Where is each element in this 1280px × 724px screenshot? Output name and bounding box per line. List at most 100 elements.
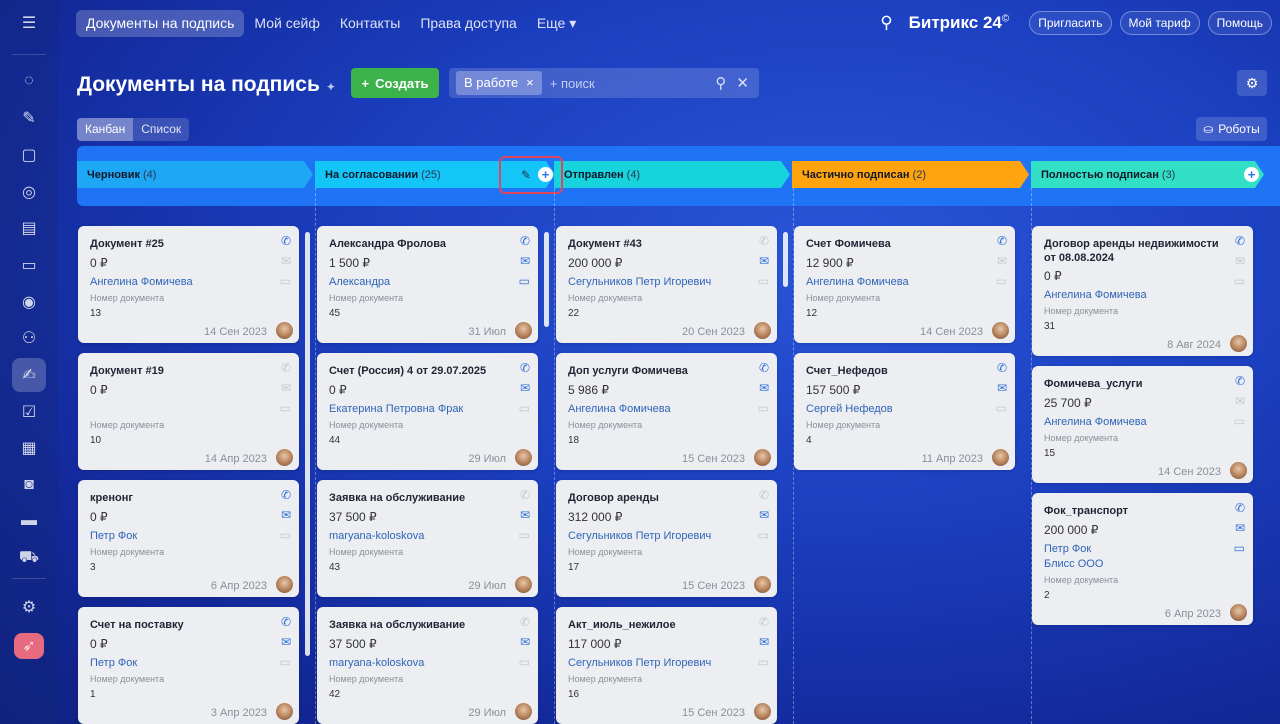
message-icon[interactable]: ▭ (1234, 275, 1245, 287)
email-icon[interactable]: ✉ (520, 255, 530, 267)
kanban-card[interactable]: Заявка на обслуживание 37 500 ₽ maryana-ko… (317, 480, 538, 597)
stage-header[interactable]: Частично подписан (2) (792, 161, 1029, 188)
rail-settings-icon[interactable]: ⚙ (12, 590, 46, 624)
card-contact-link[interactable]: Ангелина Фомичева (90, 276, 193, 288)
phone-icon[interactable]: ✆ (281, 362, 291, 374)
email-icon[interactable]: ✉ (759, 382, 769, 394)
phone-icon[interactable]: ✆ (520, 616, 530, 628)
email-icon[interactable]: ✉ (759, 509, 769, 521)
kanban-card[interactable]: Акт_июль_нежилое 117 000 ₽ Сегульников Пет… (556, 607, 777, 724)
message-icon[interactable]: ▭ (758, 275, 769, 287)
rail-contacts-icon[interactable]: ◎ (12, 175, 46, 209)
rail-calendar-icon[interactable]: ▦ (12, 431, 46, 465)
message-icon[interactable]: ▭ (519, 529, 530, 541)
add-stage-icon[interactable]: + (1244, 167, 1259, 182)
card-contact-link[interactable]: Сегульников Петр Игоревич (568, 276, 711, 288)
phone-icon[interactable]: ✆ (281, 235, 291, 247)
phone-icon[interactable]: ✆ (759, 235, 769, 247)
pencil-icon[interactable]: ✎ (521, 168, 531, 182)
search-icon[interactable]: ⚲ (880, 13, 892, 33)
phone-icon[interactable]: ✆ (520, 362, 530, 374)
email-icon[interactable]: ✉ (1235, 255, 1245, 267)
nav-signing-documents[interactable]: Документы на подпись (76, 10, 245, 37)
stage-header[interactable]: Отправлен (4) (554, 161, 790, 188)
message-icon[interactable]: ▭ (996, 275, 1007, 287)
chip-close-icon[interactable]: × (526, 71, 534, 95)
card-company-link[interactable]: Блисс ООО (1044, 558, 1103, 570)
menu-icon[interactable]: ☰ (12, 6, 46, 40)
email-icon[interactable]: ✉ (281, 636, 291, 648)
card-contact-link[interactable]: maryana-koloskova (329, 530, 424, 542)
email-icon[interactable]: ✉ (281, 382, 291, 394)
nav-access-rights[interactable]: Права доступа (410, 10, 526, 37)
phone-icon[interactable]: ✆ (759, 616, 769, 628)
email-icon[interactable]: ✉ (281, 509, 291, 521)
kanban-card[interactable]: Фомичева_услуги 25 700 ₽ Ангелина Фомичева… (1032, 366, 1253, 483)
email-icon[interactable]: ✉ (520, 509, 530, 521)
kanban-card[interactable]: Александра Фролова 1 500 ₽ Александра Номер… (317, 226, 538, 343)
kanban-card[interactable]: Документ #19 0 ₽ Номер документа 10 14 Апр 2… (78, 353, 299, 470)
rail-card-icon[interactable]: ▭ (12, 248, 46, 282)
filter-chip[interactable]: В работе × (456, 71, 542, 95)
help-button[interactable]: Помощь (1207, 11, 1272, 35)
nav-my-safe[interactable]: Мой сейф (244, 10, 329, 37)
kanban-card[interactable]: Доп услуги Фомичева 5 986 ₽ Ангелина Фомич… (556, 353, 777, 470)
filter-search-box[interactable]: В работе × ⚲ ✕ (449, 68, 759, 98)
rail-storage-icon[interactable]: ▬ (12, 504, 46, 538)
kanban-card[interactable]: Договор аренды 312 000 ₽ Сегульников Петр … (556, 480, 777, 597)
kanban-card[interactable]: Счет Фомичева 12 900 ₽ Ангелина Фомичева Но… (794, 226, 1015, 343)
card-contact-link[interactable]: Сегульников Петр Игоревич (568, 530, 711, 542)
rail-pulse-icon[interactable]: ◌ (12, 64, 46, 98)
nav-contacts[interactable]: Контакты (330, 10, 410, 37)
stage-header[interactable]: Полностью подписан (3) (1031, 161, 1264, 188)
add-stage-icon[interactable]: + (538, 167, 553, 182)
view-kanban[interactable]: Канбан (77, 118, 134, 141)
phone-icon[interactable]: ✆ (281, 616, 291, 628)
card-contact-link[interactable]: Петр Фок (90, 530, 137, 542)
create-button[interactable]: + Создать (351, 68, 439, 98)
rail-users-icon[interactable]: ⚇ (12, 321, 46, 355)
rail-rocket-icon[interactable]: ➶ (14, 633, 44, 659)
card-contact-link[interactable]: Ангелина Фомичева (568, 403, 671, 415)
card-contact-link[interactable]: Ангелина Фомичева (1044, 416, 1147, 428)
message-icon[interactable]: ▭ (1234, 542, 1245, 554)
phone-icon[interactable]: ✆ (1235, 502, 1245, 514)
column-scrollbar[interactable] (783, 232, 788, 287)
column-scrollbar[interactable] (305, 232, 310, 656)
message-icon[interactable]: ▭ (280, 402, 291, 414)
email-icon[interactable]: ✉ (997, 255, 1007, 267)
clear-icon[interactable]: ✕ (736, 74, 749, 92)
my-plan-button[interactable]: Мой тариф (1119, 11, 1200, 35)
kanban-card[interactable]: Счет_Нефедов 157 500 ₽ Сергей Нефедов Номер… (794, 353, 1015, 470)
kanban-card[interactable]: Документ #43 200 000 ₽ Сегульников Петр Иг… (556, 226, 777, 343)
message-icon[interactable]: ▭ (519, 656, 530, 668)
rail-document-icon[interactable]: ▤ (12, 211, 46, 245)
card-contact-link[interactable]: Ангелина Фомичева (1044, 289, 1147, 301)
rail-target-icon[interactable]: ◉ (12, 285, 46, 319)
message-icon[interactable]: ▭ (758, 402, 769, 414)
phone-icon[interactable]: ✆ (759, 489, 769, 501)
kanban-card[interactable]: Счет на поставку 0 ₽ Петр Фок Номер докумен… (78, 607, 299, 724)
message-icon[interactable]: ▭ (996, 402, 1007, 414)
rail-chat-icon[interactable]: ▢ (12, 138, 46, 172)
message-icon[interactable]: ▭ (519, 275, 530, 287)
message-icon[interactable]: ▭ (280, 275, 291, 287)
email-icon[interactable]: ✉ (759, 636, 769, 648)
phone-icon[interactable]: ✆ (281, 489, 291, 501)
rail-cart-icon[interactable]: ⛟ (12, 541, 46, 575)
card-contact-link[interactable]: maryana-koloskova (329, 657, 424, 669)
email-icon[interactable]: ✉ (1235, 395, 1245, 407)
message-icon[interactable]: ▭ (519, 402, 530, 414)
card-contact-link[interactable]: Петр Фок (90, 657, 137, 669)
email-icon[interactable]: ✉ (1235, 522, 1245, 534)
kanban-card[interactable]: Фок_транспорт 200 000 ₽ Петр Фок Блисс ООО Н… (1032, 493, 1253, 625)
search-input[interactable] (549, 75, 700, 91)
card-contact-link[interactable]: Сергей Нефедов (806, 403, 893, 415)
message-icon[interactable]: ▭ (280, 656, 291, 668)
email-icon[interactable]: ✉ (520, 382, 530, 394)
message-icon[interactable]: ▭ (758, 656, 769, 668)
phone-icon[interactable]: ✆ (997, 362, 1007, 374)
search-icon[interactable]: ⚲ (715, 74, 726, 92)
rail-sign-icon[interactable]: ✍ (12, 358, 46, 392)
email-icon[interactable]: ✉ (997, 382, 1007, 394)
